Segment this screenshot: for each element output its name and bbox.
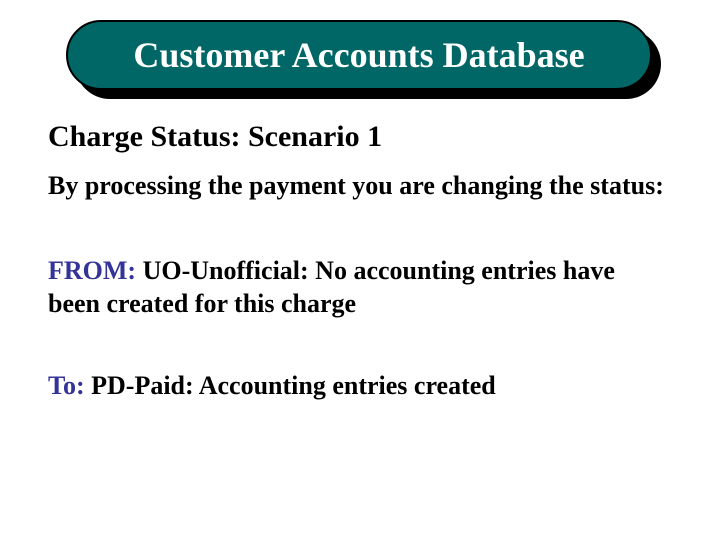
subtitle: Charge Status: Scenario 1 bbox=[48, 120, 382, 154]
to-text: PD-Paid: Accounting entries created bbox=[85, 371, 496, 400]
to-line: To: PD-Paid: Accounting entries created bbox=[48, 370, 672, 403]
page-title: Customer Accounts Database bbox=[133, 37, 584, 73]
from-label: FROM: bbox=[48, 256, 136, 285]
slide: Customer Accounts Database Charge Status… bbox=[0, 0, 720, 540]
intro-text: By processing the payment you are changi… bbox=[48, 170, 672, 203]
from-line: FROM: UO-Unofficial: No accounting entri… bbox=[48, 255, 672, 320]
title-pill: Customer Accounts Database bbox=[66, 20, 652, 90]
title-banner: Customer Accounts Database bbox=[66, 20, 652, 90]
to-label: To: bbox=[48, 371, 85, 400]
